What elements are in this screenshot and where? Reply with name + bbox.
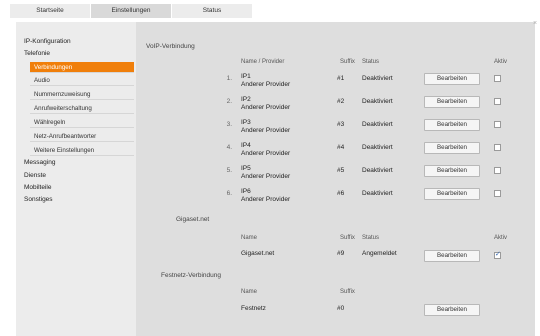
voip-header-aktiv: Aktiv bbox=[494, 59, 508, 65]
gigaset-row-name: Gigaset.net bbox=[241, 250, 275, 257]
gigaset-header-aktiv: Aktiv bbox=[494, 235, 508, 241]
tab-status[interactable]: Status bbox=[172, 4, 252, 18]
sidebar-item-mobilteile[interactable]: Mobilteile bbox=[24, 184, 51, 191]
festnetz-row-suffix: #0 bbox=[337, 305, 345, 312]
voip-row-6-edit-button[interactable]: Bearbeiten bbox=[424, 188, 480, 200]
voip-row-name: IP3 bbox=[241, 119, 251, 126]
voip-row-3-edit-button[interactable]: Bearbeiten bbox=[424, 119, 480, 131]
voip-row-number: 6. bbox=[226, 190, 232, 197]
voip-row-2-edit-button[interactable]: Bearbeiten bbox=[424, 96, 480, 108]
sidebar: IP-Konfiguration Telefonie Verbindungen … bbox=[16, 22, 136, 336]
voip-row-provider: Anderer Provider bbox=[241, 196, 291, 203]
voip-row-suffix: #1 bbox=[337, 75, 345, 82]
voip-row-1-active-checkbox[interactable] bbox=[494, 75, 501, 82]
voip-row-suffix: #5 bbox=[337, 167, 345, 174]
voip-row-provider: Anderer Provider bbox=[241, 81, 291, 88]
festnetz-header-name: Name bbox=[241, 289, 258, 295]
voip-row-4-active-checkbox[interactable] bbox=[494, 144, 501, 151]
sidebar-item-weitere-einstellungen[interactable]: Weitere Einstellungen bbox=[30, 145, 134, 156]
festnetz-row-name: Festnetz bbox=[241, 305, 266, 312]
voip-row-status: Deaktiviert bbox=[362, 121, 393, 128]
voip-header-suffix: Suffix bbox=[340, 59, 355, 65]
voip-row-number: 1. bbox=[226, 75, 232, 82]
voip-row-provider: Anderer Provider bbox=[241, 150, 291, 157]
voip-row-status: Deaktiviert bbox=[362, 144, 393, 151]
voip-row-name: IP2 bbox=[241, 96, 251, 103]
sidebar-item-verbindungen[interactable]: Verbindungen bbox=[30, 62, 134, 73]
voip-row-provider: Anderer Provider bbox=[241, 104, 291, 111]
voip-row-suffix: #6 bbox=[337, 190, 345, 197]
gigaset-row-suffix: #9 bbox=[337, 250, 345, 257]
main-content: VoIP-Verbindung Name / Provider Suffix S… bbox=[136, 22, 535, 336]
voip-row-number: 2. bbox=[226, 98, 232, 105]
voip-section-title: VoIP-Verbindung bbox=[146, 43, 195, 50]
voip-row-number: 5. bbox=[226, 167, 232, 174]
sidebar-item-telefonie[interactable]: Telefonie bbox=[24, 50, 50, 57]
voip-row-number: 4. bbox=[226, 144, 232, 151]
gigaset-header-status: Status bbox=[362, 235, 380, 241]
gigaset-row-status: Angemeldet bbox=[362, 250, 397, 257]
gigaset-section-title: Gigaset.net bbox=[176, 216, 210, 223]
voip-row-2-active-checkbox[interactable] bbox=[494, 98, 501, 105]
festnetz-header-suffix: Suffix bbox=[340, 289, 355, 295]
festnetz-edit-button[interactable]: Bearbeiten bbox=[424, 304, 480, 316]
tab-startseite[interactable]: Startseite bbox=[10, 4, 90, 18]
voip-row-3-active-checkbox[interactable] bbox=[494, 121, 501, 128]
voip-row-5-edit-button[interactable]: Bearbeiten bbox=[424, 165, 480, 177]
voip-row-1-edit-button[interactable]: Bearbeiten bbox=[424, 73, 480, 85]
sidebar-item-nummernzuweisung[interactable]: Nummernzuweisung bbox=[30, 89, 134, 100]
voip-header-status: Status bbox=[362, 59, 380, 65]
sidebar-item-netz-anrufbeantworter[interactable]: Netz-Anrufbeantworter bbox=[30, 131, 134, 142]
tab-einstellungen[interactable]: Einstellungen bbox=[91, 4, 171, 18]
sidebar-item-anrufweiterschaltung[interactable]: Anrufweiterschaltung bbox=[30, 103, 134, 114]
voip-row-status: Deaktiviert bbox=[362, 98, 393, 105]
gigaset-header-name: Name bbox=[241, 235, 258, 241]
voip-row-suffix: #2 bbox=[337, 98, 345, 105]
voip-row-number: 3. bbox=[226, 121, 232, 128]
gigaset-header-suffix: Suffix bbox=[340, 235, 355, 241]
festnetz-section-title: Festnetz-Verbindung bbox=[161, 272, 221, 279]
sidebar-item-waehlregeln[interactable]: Wählregeln bbox=[30, 117, 134, 128]
voip-row-4-edit-button[interactable]: Bearbeiten bbox=[424, 142, 480, 154]
voip-row-suffix: #4 bbox=[337, 144, 345, 151]
gigaset-active-checkbox[interactable] bbox=[494, 250, 501, 259]
top-tabs: Startseite Einstellungen Status bbox=[10, 4, 253, 18]
voip-row-name: IP4 bbox=[241, 142, 251, 149]
voip-row-name: IP5 bbox=[241, 165, 251, 172]
sidebar-item-messaging[interactable]: Messaging bbox=[24, 159, 55, 166]
sidebar-item-audio[interactable]: Audio bbox=[30, 75, 134, 86]
voip-row-suffix: #3 bbox=[337, 121, 345, 128]
voip-row-name: IP6 bbox=[241, 188, 251, 195]
voip-row-name: IP1 bbox=[241, 73, 251, 80]
sidebar-item-ip-konfiguration[interactable]: IP-Konfiguration bbox=[24, 38, 71, 45]
sidebar-item-dienste[interactable]: Dienste bbox=[24, 172, 46, 179]
gigaset-edit-button[interactable]: Bearbeiten bbox=[424, 250, 480, 262]
voip-row-5-active-checkbox[interactable] bbox=[494, 167, 501, 174]
voip-row-6-active-checkbox[interactable] bbox=[494, 190, 501, 197]
voip-row-status: Deaktiviert bbox=[362, 167, 393, 174]
sidebar-item-sonstiges[interactable]: Sonstiges bbox=[24, 196, 53, 203]
voip-row-status: Deaktiviert bbox=[362, 75, 393, 82]
voip-row-provider: Anderer Provider bbox=[241, 173, 291, 180]
voip-header-name: Name / Provider bbox=[241, 59, 285, 65]
voip-row-status: Deaktiviert bbox=[362, 190, 393, 197]
voip-row-provider: Anderer Provider bbox=[241, 127, 291, 134]
